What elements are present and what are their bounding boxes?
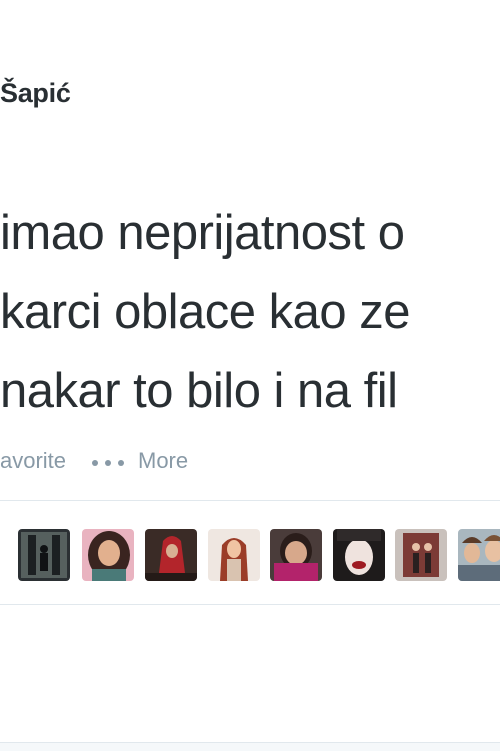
avatar[interactable]: [458, 529, 500, 581]
tweet-text-line: karci oblace kao ze: [0, 285, 410, 339]
divider: [0, 500, 500, 501]
avatar[interactable]: [18, 529, 70, 581]
avatar[interactable]: [208, 529, 260, 581]
tweet-author-name[interactable]: Šapić: [0, 78, 71, 109]
avatar[interactable]: [270, 529, 322, 581]
more-action[interactable]: More: [138, 448, 188, 474]
avatar[interactable]: [82, 529, 134, 581]
favorite-action[interactable]: avorite: [0, 448, 66, 474]
tweet-text-line: imao neprijatnost o: [0, 206, 405, 260]
tweet-text: imao neprijatnost o karci oblace kao ze …: [0, 194, 500, 431]
more-dots-icon[interactable]: [92, 460, 126, 468]
avatar[interactable]: [145, 529, 197, 581]
tweet-text-line: nakar to bilo i na fil: [0, 364, 398, 418]
avatar[interactable]: [395, 529, 447, 581]
favorited-by-avatars: [18, 529, 500, 581]
divider: [0, 604, 500, 605]
avatar[interactable]: [333, 529, 385, 581]
